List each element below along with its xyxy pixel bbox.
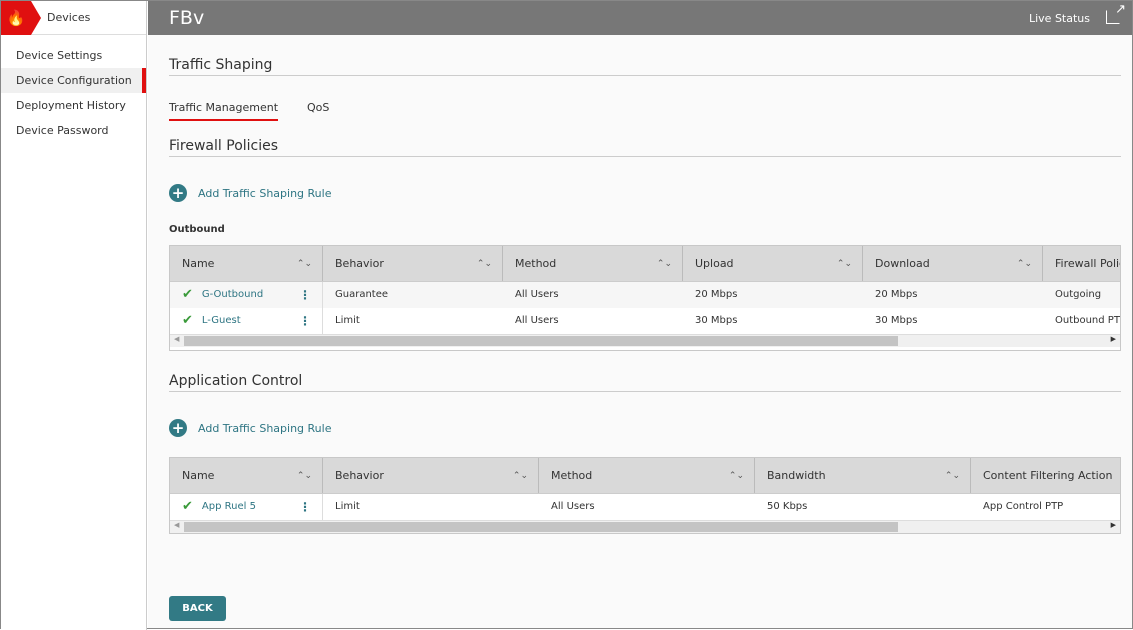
add-rule-label: Add Traffic Shaping Rule	[198, 186, 332, 200]
sort-icon[interactable]: ⌃⌄	[477, 246, 492, 282]
app-control-table: Name ⌃⌄ Behavior ⌃⌄ Method ⌃⌄ Bandwidth ⌃⌄ C…	[169, 457, 1121, 534]
table-row: ✔ App Ruel 5 ⋮ Limit All Users 50 Kbps App…	[170, 494, 1120, 520]
check-icon: ✔	[182, 499, 193, 514]
tab-qos[interactable]: QoS	[307, 101, 329, 114]
sort-icon[interactable]: ⌃⌄	[297, 458, 312, 494]
divider	[169, 75, 1121, 76]
section-title: Traffic Shaping	[169, 57, 273, 73]
col-content-filtering-action[interactable]: Content Filtering Action	[971, 458, 1120, 493]
col-behavior[interactable]: Behavior ⌃⌄	[323, 458, 539, 493]
external-link-icon[interactable]	[1106, 2, 1126, 24]
tab-traffic-management[interactable]: Traffic Management	[169, 101, 279, 121]
divider	[169, 156, 1121, 157]
sidebar-item-device-password[interactable]: Device Password	[1, 118, 146, 143]
scroll-right-icon[interactable]: ▶	[1111, 335, 1116, 343]
scrollbar-thumb[interactable]	[184, 522, 898, 532]
main-content: Traffic Shaping Traffic Management QoS F…	[148, 35, 1132, 628]
sort-icon[interactable]: ⌃⌄	[513, 458, 528, 494]
sort-icon[interactable]: ⌃⌄	[837, 246, 852, 282]
kebab-menu-icon[interactable]: ⋮	[299, 308, 311, 334]
add-app-control-rule-button[interactable]: + Add Traffic Shaping Rule	[169, 419, 331, 437]
top-bar: FBv Live Status	[148, 1, 1132, 35]
application-control-title: Application Control	[169, 373, 303, 389]
col-method[interactable]: Method ⌃⌄	[503, 246, 683, 281]
sidebar-item-device-configuration[interactable]: Device Configuration	[1, 68, 146, 93]
firebox-flame-icon: 🔥	[1, 0, 41, 35]
scroll-left-icon[interactable]: ◀	[174, 521, 179, 529]
add-rule-label: Add Traffic Shaping Rule	[198, 421, 332, 435]
cell-behavior: Limit	[335, 501, 360, 512]
back-button[interactable]: BACK	[169, 596, 226, 621]
col-download[interactable]: Download ⌃⌄	[863, 246, 1043, 281]
col-firewall-policies[interactable]: Firewall Policie	[1043, 246, 1120, 281]
sort-icon[interactable]: ⌃⌄	[945, 458, 960, 494]
horizontal-scrollbar[interactable]: ◀ ▶	[170, 520, 1120, 533]
cell-action: App Control PTP	[983, 501, 1064, 512]
col-behavior[interactable]: Behavior ⌃⌄	[323, 246, 503, 281]
cell-method: All Users	[551, 501, 595, 512]
horizontal-scrollbar[interactable]: ◀ ▶	[170, 334, 1120, 347]
firewall-policies-title: Firewall Policies	[169, 138, 279, 154]
brand-header[interactable]: 🔥 Devices	[1, 0, 146, 35]
check-icon: ✔	[182, 287, 193, 302]
rule-name-link[interactable]: App Ruel 5	[202, 494, 256, 520]
live-status-link[interactable]: Live Status	[1029, 12, 1090, 25]
sort-icon[interactable]: ⌃⌄	[657, 246, 672, 282]
divider	[169, 391, 1121, 392]
table-header: Name ⌃⌄ Behavior ⌃⌄ Method ⌃⌄ Upload ⌃⌄ Down…	[170, 246, 1120, 282]
table-row: ✔ L-Guest ⋮ Limit All Users 30 Mbps 30 Mbp…	[170, 308, 1120, 334]
sort-icon[interactable]: ⌃⌄	[729, 458, 744, 494]
plus-icon: +	[169, 184, 187, 202]
sidebar: 🔥 Devices Device Settings Device Configu…	[1, 0, 147, 630]
kebab-menu-icon[interactable]: ⋮	[299, 282, 311, 308]
cell-upload: 20 Mbps	[695, 289, 738, 300]
scroll-left-icon[interactable]: ◀	[174, 335, 179, 343]
firewall-table: Name ⌃⌄ Behavior ⌃⌄ Method ⌃⌄ Upload ⌃⌄ Down…	[169, 245, 1121, 351]
outbound-label: Outbound	[169, 224, 225, 235]
table-header: Name ⌃⌄ Behavior ⌃⌄ Method ⌃⌄ Bandwidth ⌃⌄ C…	[170, 458, 1120, 494]
cell-bandwidth: 50 Kbps	[767, 501, 808, 512]
sort-icon[interactable]: ⌃⌄	[1017, 246, 1032, 282]
rule-name-link[interactable]: G-Outbound	[202, 282, 263, 308]
sort-icon[interactable]: ⌃⌄	[297, 246, 312, 282]
sidebar-item-device-settings[interactable]: Device Settings	[1, 43, 146, 68]
cell-download: 30 Mbps	[875, 315, 918, 326]
cell-method: All Users	[515, 289, 559, 300]
sidebar-nav: Device Settings Device Configuration Dep…	[1, 43, 146, 143]
sidebar-item-deployment-history[interactable]: Deployment History	[1, 93, 146, 118]
scrollbar-thumb[interactable]	[184, 336, 898, 346]
add-firewall-rule-button[interactable]: + Add Traffic Shaping Rule	[169, 184, 331, 202]
scroll-right-icon[interactable]: ▶	[1111, 521, 1116, 529]
cell-behavior: Limit	[335, 315, 360, 326]
col-name[interactable]: Name ⌃⌄	[170, 458, 323, 493]
cell-behavior: Guarantee	[335, 289, 389, 300]
check-icon: ✔	[182, 313, 193, 328]
kebab-menu-icon[interactable]: ⋮	[299, 494, 311, 520]
table-row: ✔ G-Outbound ⋮ Guarantee All Users 20 Mbps…	[170, 282, 1120, 308]
rule-name-link[interactable]: L-Guest	[202, 308, 241, 334]
cell-download: 20 Mbps	[875, 289, 918, 300]
cell-policy: Outbound PTP	[1055, 315, 1121, 326]
col-method[interactable]: Method ⌃⌄	[539, 458, 755, 493]
cell-method: All Users	[515, 315, 559, 326]
plus-icon: +	[169, 419, 187, 437]
col-name[interactable]: Name ⌃⌄	[170, 246, 323, 281]
cell-policy: Outgoing	[1055, 289, 1102, 300]
devices-breadcrumb[interactable]: Devices	[47, 11, 90, 24]
col-bandwidth[interactable]: Bandwidth ⌃⌄	[755, 458, 971, 493]
device-title: FBv	[169, 7, 205, 29]
cell-upload: 30 Mbps	[695, 315, 738, 326]
col-upload[interactable]: Upload ⌃⌄	[683, 246, 863, 281]
